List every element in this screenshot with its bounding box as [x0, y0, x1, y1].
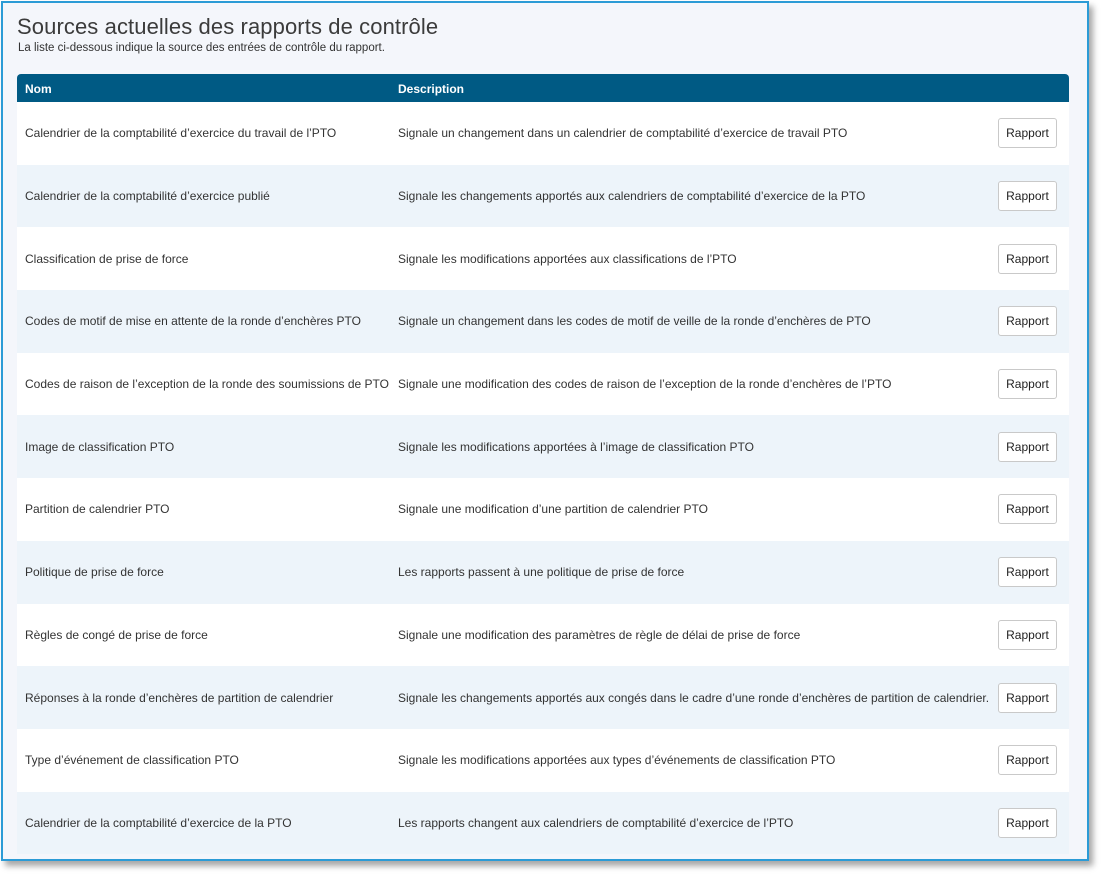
table-row: Partition de calendrier PTO Signale une … — [17, 478, 1069, 541]
row-description: Signale une modification des paramètres … — [398, 627, 801, 642]
column-header-description: Description — [398, 82, 465, 96]
table-row: Règles de congé de prise de force Signal… — [17, 603, 1069, 667]
report-button[interactable]: Rapport — [998, 369, 1057, 400]
table-row: Image de classification PTO Signale les … — [17, 415, 1069, 479]
row-description: Signale un changement dans les codes de … — [398, 314, 871, 329]
table-body: Calendrier de la comptabilité d’exercice… — [17, 102, 1069, 855]
report-button[interactable]: Rapport — [998, 745, 1057, 776]
page-subtitle: La liste ci-dessous indique la source de… — [18, 42, 385, 54]
row-description: Signale une modification des codes de ra… — [398, 377, 892, 392]
report-button[interactable]: Rapport — [998, 431, 1057, 462]
table-row: Codes de motif de mise en attente de la … — [17, 290, 1069, 353]
table-row: Politique de prise de force Les rapports… — [17, 540, 1069, 604]
main-window: Sources actuelles des rapports de contrô… — [1, 1, 1089, 861]
row-name: Réponses à la ronde d’enchères de partit… — [25, 690, 334, 705]
table-header: Nom Description — [17, 74, 1069, 102]
row-description: Signale les changements apportés aux con… — [398, 690, 990, 705]
row-description: Signale les changements apportés aux cal… — [398, 189, 866, 204]
report-button[interactable]: Rapport — [998, 243, 1057, 274]
row-name: Calendrier de la comptabilité d’exercice… — [25, 126, 337, 141]
table-row: Calendrier de la comptabilité d’exercice… — [17, 164, 1069, 228]
row-description: Signale un changement dans un calendrier… — [398, 126, 848, 141]
column-header-name: Nom — [25, 82, 52, 96]
row-description: Signale une modification d’une partition… — [398, 502, 708, 517]
row-description: Signale les modifications apportées aux … — [398, 251, 737, 266]
report-button[interactable]: Rapport — [998, 682, 1057, 713]
report-button[interactable]: Rapport — [998, 557, 1057, 588]
table-row: Calendrier de la comptabilité d’exercice… — [17, 102, 1069, 165]
page-title: Sources actuelles des rapports de contrô… — [17, 14, 439, 39]
row-description: Signale les modifications apportées à l’… — [398, 439, 754, 454]
row-name: Règles de congé de prise de force — [25, 627, 208, 642]
row-description: Les rapports passent à une politique de … — [398, 565, 685, 580]
row-description: Signale les modifications apportées aux … — [398, 753, 836, 768]
row-name: Codes de motif de mise en attente de la … — [25, 314, 361, 329]
row-name: Calendrier de la comptabilité d’exercice… — [25, 815, 292, 830]
row-name: Image de classification PTO — [25, 439, 175, 454]
report-button[interactable]: Rapport — [998, 494, 1057, 525]
audit-sources-table: Nom Description Calendrier de la comptab… — [17, 74, 1069, 855]
report-button[interactable]: Rapport — [998, 619, 1057, 650]
report-button[interactable]: Rapport — [998, 181, 1057, 212]
row-name: Calendrier de la comptabilité d’exercice… — [25, 189, 270, 204]
row-description: Les rapports changent aux calendriers de… — [398, 815, 794, 830]
row-name: Politique de prise de force — [25, 565, 164, 580]
report-button[interactable]: Rapport — [998, 118, 1057, 149]
table-row: Type d’événement de classification PTO S… — [17, 728, 1069, 792]
row-name: Partition de calendrier PTO — [25, 502, 170, 517]
table-row: Réponses à la ronde d’enchères de partit… — [17, 666, 1069, 729]
report-button[interactable]: Rapport — [998, 807, 1057, 838]
table-row: Classification de prise de force Signale… — [17, 227, 1069, 291]
row-name: Type d’événement de classification PTO — [25, 753, 239, 768]
row-name: Classification de prise de force — [25, 251, 189, 266]
table-row: Calendrier de la comptabilité d’exercice… — [17, 791, 1069, 855]
report-button[interactable]: Rapport — [998, 306, 1057, 337]
row-name: Codes de raison de l’exception de la ron… — [25, 377, 389, 392]
table-row: Codes de raison de l’exception de la ron… — [17, 352, 1069, 416]
